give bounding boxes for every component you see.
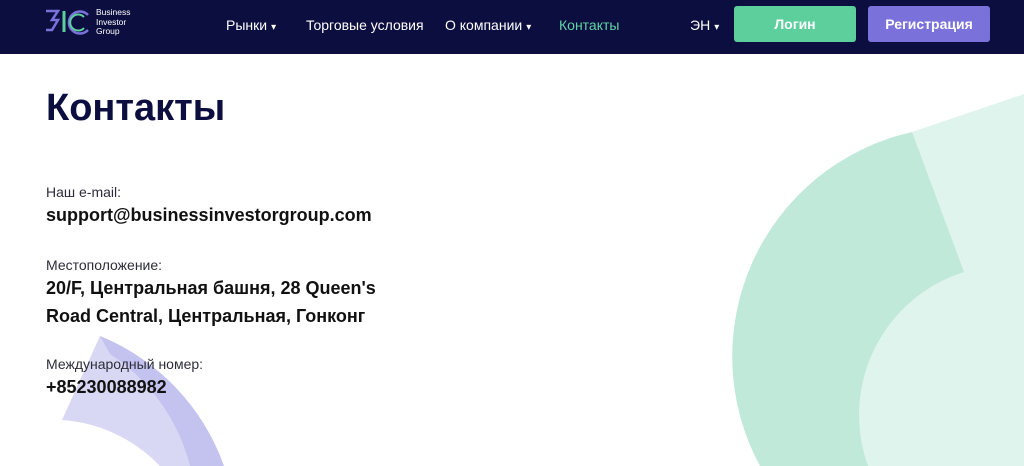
chevron-down-icon: ▾ xyxy=(714,22,720,33)
location-value-line-1: 20/F, Центральная башня, 28 Queen's xyxy=(46,278,376,298)
location-label: Местоположение: xyxy=(46,257,163,273)
top-navigation-bar: Business Investor Group Рынки ▾ Торговые … xyxy=(0,0,1024,54)
login-button[interactable]: Логин xyxy=(734,6,856,42)
nav-contacts[interactable]: Контакты xyxy=(559,16,619,34)
page-title: Контакты xyxy=(46,87,226,129)
location-value-line-2: Road Central, Центральная, Гонконг xyxy=(46,306,366,326)
nav-contacts-label: Контакты xyxy=(559,17,620,33)
phone-value[interactable]: +85230088982 xyxy=(46,373,426,401)
nav-trading-conditions-label: Торговые условия xyxy=(306,17,424,33)
email-label: Наш e-mail: xyxy=(46,184,122,200)
register-button[interactable]: Регистрация xyxy=(868,6,990,42)
brand-line-3: Group xyxy=(96,26,120,36)
language-label: ЭН xyxy=(690,17,711,33)
big-monogram-logo-icon xyxy=(46,9,89,35)
brand-name: Business Investor Group xyxy=(96,7,156,37)
brand-logo[interactable]: Business Investor Group xyxy=(44,4,164,48)
language-selector[interactable]: ЭН ▾ xyxy=(690,16,719,37)
chevron-down-icon: ▾ xyxy=(271,22,277,33)
nav-trading-conditions[interactable]: Торговые условия xyxy=(306,16,424,34)
phone-label: Международный номер: xyxy=(46,356,204,372)
email-value[interactable]: support@businessinvestorgroup.com xyxy=(46,201,426,229)
nav-about-label: О компании xyxy=(445,17,523,33)
nav-about[interactable]: О компании ▾ xyxy=(445,16,531,37)
nav-markets[interactable]: Рынки ▾ xyxy=(226,16,276,37)
nav-markets-label: Рынки xyxy=(226,17,268,33)
chevron-down-icon: ▾ xyxy=(526,22,532,33)
